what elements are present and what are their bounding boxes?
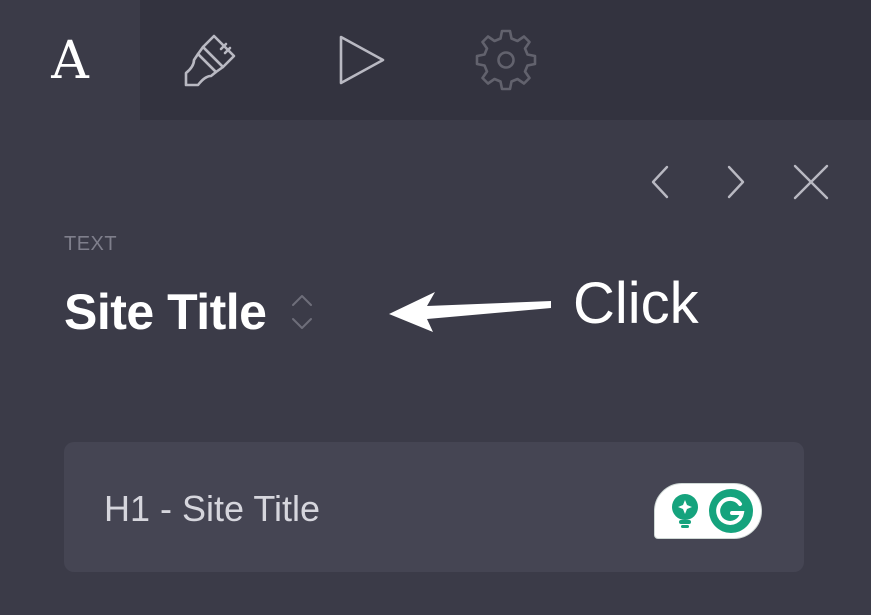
chevron-left-icon xyxy=(651,165,669,199)
up-down-chevron-icon xyxy=(292,295,313,329)
editor-panel: A TEXT Site Title Click H1 - Site Title xyxy=(0,0,871,615)
next-button[interactable] xyxy=(714,160,758,204)
tab-settings[interactable] xyxy=(436,0,576,120)
tab-bar: A xyxy=(0,0,871,120)
paintbrush-icon xyxy=(184,34,236,87)
tab-style[interactable] xyxy=(140,0,280,120)
close-button[interactable] xyxy=(789,160,833,204)
tab-animation[interactable] xyxy=(290,0,430,120)
tab-text[interactable]: A xyxy=(0,0,140,120)
left-arrow-icon xyxy=(389,292,551,332)
text-format-icon: A xyxy=(51,31,89,91)
section-label: TEXT xyxy=(64,233,118,255)
grammarly-widget[interactable] xyxy=(654,483,762,539)
previous-button[interactable] xyxy=(638,160,682,204)
play-icon xyxy=(339,35,385,85)
click-annotation: Click xyxy=(573,271,699,336)
field-value: H1 - Site Title xyxy=(104,488,321,529)
element-switcher[interactable] xyxy=(290,290,314,334)
element-title: Site Title xyxy=(64,284,267,340)
grammarly-g-icon xyxy=(709,489,753,533)
chevron-right-icon xyxy=(727,165,745,199)
gear-icon xyxy=(475,29,537,91)
close-icon xyxy=(793,164,829,200)
title-row: Site Title xyxy=(64,282,314,342)
element-select-field[interactable]: H1 - Site Title xyxy=(64,442,804,572)
lightbulb-icon xyxy=(672,494,698,528)
